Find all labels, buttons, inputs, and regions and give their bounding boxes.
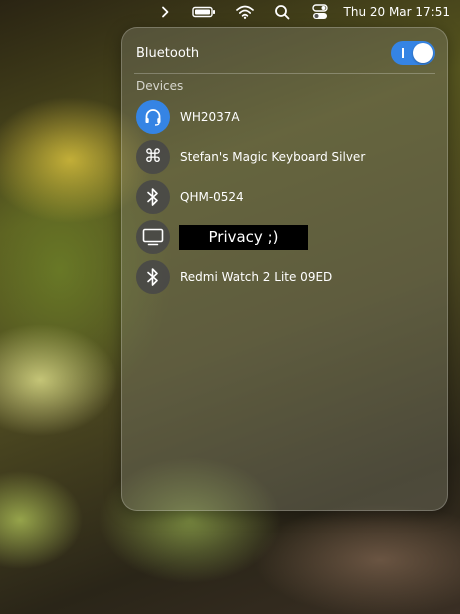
- device-name: Redmi Watch 2 Lite 09ED: [180, 270, 333, 284]
- wifi-icon[interactable]: [235, 5, 254, 19]
- device-item-redmi-watch[interactable]: Redmi Watch 2 Lite 09ED: [136, 260, 332, 294]
- devices-section-label: Devices: [136, 79, 184, 93]
- bluetooth-header: Bluetooth: [136, 40, 435, 66]
- search-icon[interactable]: [274, 4, 290, 20]
- device-item-qhm-0524[interactable]: QHM-0524: [136, 180, 244, 214]
- device-name: QHM-0524: [180, 190, 244, 204]
- headset-icon: [136, 100, 170, 134]
- toggle-on-mark: [402, 48, 404, 58]
- device-item-redacted[interactable]: Privacy ;): [136, 220, 308, 254]
- top-bar: Thu 20 Mar 17:51: [0, 0, 460, 24]
- redacted-device-name: Privacy ;): [179, 224, 308, 250]
- command-key-icon: ⌘: [136, 140, 170, 174]
- device-item-wh2037a[interactable]: WH2037A: [136, 100, 240, 134]
- bluetooth-panel: Bluetooth Devices WH2037A ⌘ Stefan's Mag…: [121, 27, 448, 511]
- battery-icon[interactable]: [191, 6, 216, 18]
- bluetooth-title: Bluetooth: [136, 45, 200, 61]
- device-name: WH2037A: [180, 110, 240, 124]
- toggles-icon[interactable]: [311, 4, 328, 20]
- monitor-icon: [136, 220, 170, 254]
- chevron-right-icon[interactable]: [160, 6, 170, 18]
- divider: [134, 73, 435, 74]
- device-item-magic-keyboard[interactable]: ⌘ Stefan's Magic Keyboard Silver: [136, 140, 365, 174]
- bluetooth-icon: [136, 180, 170, 214]
- toggle-knob: [413, 43, 433, 63]
- bluetooth-icon: [136, 260, 170, 294]
- bluetooth-toggle[interactable]: [391, 41, 435, 65]
- clock[interactable]: Thu 20 Mar 17:51: [344, 5, 450, 19]
- device-name: Stefan's Magic Keyboard Silver: [180, 150, 366, 164]
